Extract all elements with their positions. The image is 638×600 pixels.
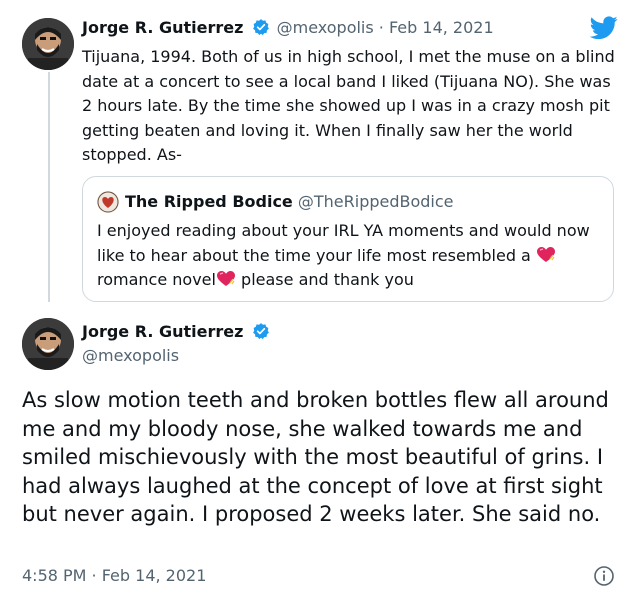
author-name[interactable]: Jorge R. Gutierrez xyxy=(82,18,243,37)
quote-avatar[interactable] xyxy=(97,191,119,213)
quote-text: I enjoyed reading about your IRL YA mome… xyxy=(97,219,607,293)
quote-text-part2: romance novel xyxy=(97,270,216,289)
verified-badge-icon xyxy=(252,323,269,340)
author-name[interactable]: Jorge R. Gutierrez xyxy=(82,322,243,341)
heart-emoji-icon xyxy=(216,271,235,286)
tweet-text: As slow motion teeth and broken bottles … xyxy=(22,388,609,526)
quoted-tweet-card[interactable]: The Ripped Bodice @TheRippedBodice I enj… xyxy=(82,176,614,302)
quote-author-name[interactable]: The Ripped Bodice xyxy=(125,192,293,211)
tweet-text: Tijuana, 1994. Both of us in high school… xyxy=(82,47,615,164)
tweet2-header: Jorge R. Gutierrez xyxy=(82,322,272,341)
heart-emoji-icon xyxy=(536,246,555,262)
quote-header: The Ripped Bodice @TheRippedBodice xyxy=(125,192,454,211)
quote-author-handle[interactable]: @TheRippedBodice xyxy=(298,192,454,211)
verified-badge-icon xyxy=(252,19,269,36)
author-handle-date[interactable]: @mexopolis · Feb 14, 2021 xyxy=(277,18,494,37)
tweet-header: Jorge R. Gutierrez @mexopolis · Feb 14, … xyxy=(82,18,494,37)
author-handle[interactable]: @mexopolis xyxy=(82,346,179,365)
quote-text-part3: please and thank you xyxy=(235,270,414,289)
twitter-bird-icon[interactable] xyxy=(590,16,618,40)
tweet-timestamp[interactable]: 4:58 PM · Feb 14, 2021 xyxy=(22,566,206,585)
info-icon[interactable] xyxy=(593,565,615,587)
thread-line xyxy=(48,72,50,302)
quote-text-part1: I enjoyed reading about your IRL YA mome… xyxy=(97,221,590,265)
avatar[interactable] xyxy=(22,318,74,370)
avatar[interactable] xyxy=(22,18,74,70)
